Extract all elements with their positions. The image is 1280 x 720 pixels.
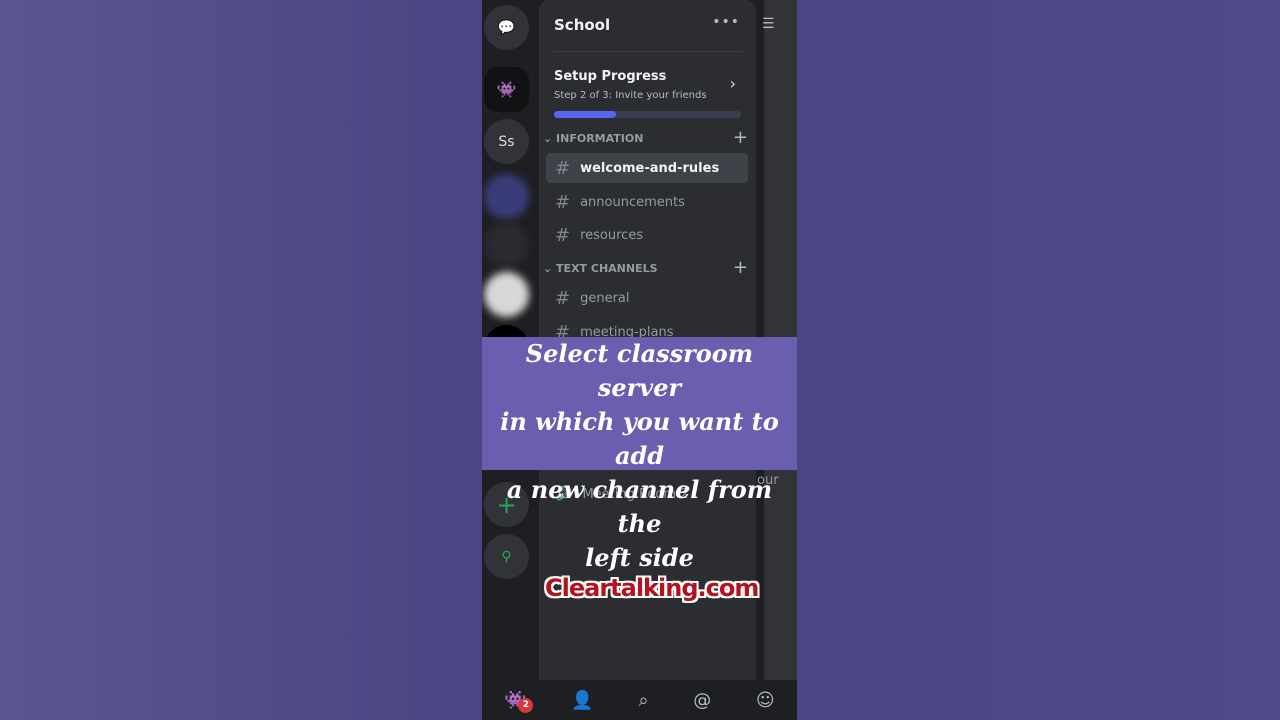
chevron-right-icon: › (729, 74, 736, 93)
mentions-icon[interactable]: @ (693, 690, 711, 711)
bottom-nav: 👾 2 👤 ⌕ @ ☺ (482, 680, 797, 720)
friends-icon[interactable]: 👤 (571, 690, 593, 711)
more-icon[interactable]: ••• (712, 14, 740, 30)
hamburger-icon[interactable]: ☰ (762, 16, 775, 32)
add-channel-icon[interactable]: + (733, 127, 748, 148)
hash-icon: # (555, 191, 571, 213)
chat-icon: 💬 (497, 19, 516, 36)
server-abbrev: Ss (498, 133, 515, 150)
server-title[interactable]: School (554, 16, 610, 34)
discord-home-button[interactable]: 👾 (484, 67, 529, 112)
category-label: INFORMATION (556, 132, 644, 145)
progress-fill (554, 111, 616, 118)
discord-icon: 👾 (496, 80, 517, 99)
caption-line: a new channel from the (506, 475, 773, 538)
search-icon[interactable]: ⌕ (638, 690, 648, 711)
caption-line: in which you want to add (500, 407, 779, 470)
notification-badge: 2 (518, 697, 534, 713)
channel-welcome-and-rules[interactable]: # welcome-and-rules (546, 153, 748, 183)
divider (554, 51, 742, 52)
channel-resources[interactable]: # resources (546, 220, 748, 250)
channel-label: announcements (580, 194, 685, 210)
server-blurred-2[interactable] (484, 222, 529, 267)
hash-icon: # (555, 287, 571, 309)
category-text-channels[interactable]: ⌄ TEXT CHANNELS + (543, 257, 748, 278)
channel-announcements[interactable]: # announcements (546, 187, 748, 217)
progress-bar (554, 111, 741, 118)
nav-home[interactable]: 👾 2 (504, 690, 534, 713)
watermark: Cleartalking.com (545, 574, 759, 602)
profile-icon[interactable]: ☺ (756, 690, 775, 711)
channel-general[interactable]: # general (546, 283, 748, 313)
instruction-caption: Select classroom server in which you wan… (482, 337, 797, 572)
setup-title: Setup Progress (554, 69, 667, 84)
hash-icon: # (555, 157, 571, 179)
hash-icon: # (555, 224, 571, 246)
direct-messages-button[interactable]: 💬 (484, 5, 529, 50)
server-ss[interactable]: Ss (484, 119, 529, 164)
add-channel-icon[interactable]: + (733, 257, 748, 278)
caption-line: Select classroom server (525, 339, 754, 402)
channel-label: welcome-and-rules (580, 160, 720, 176)
server-blurred-1[interactable] (484, 174, 529, 219)
category-label: TEXT CHANNELS (556, 262, 658, 275)
channel-label: resources (580, 227, 644, 243)
channel-label: general (580, 290, 630, 306)
setup-subtitle: Step 2 of 3: Invite your friends (554, 90, 707, 101)
category-information[interactable]: ⌄ INFORMATION + (543, 127, 748, 148)
caption-line: left side (585, 543, 694, 572)
server-blurred-3[interactable] (484, 272, 529, 317)
